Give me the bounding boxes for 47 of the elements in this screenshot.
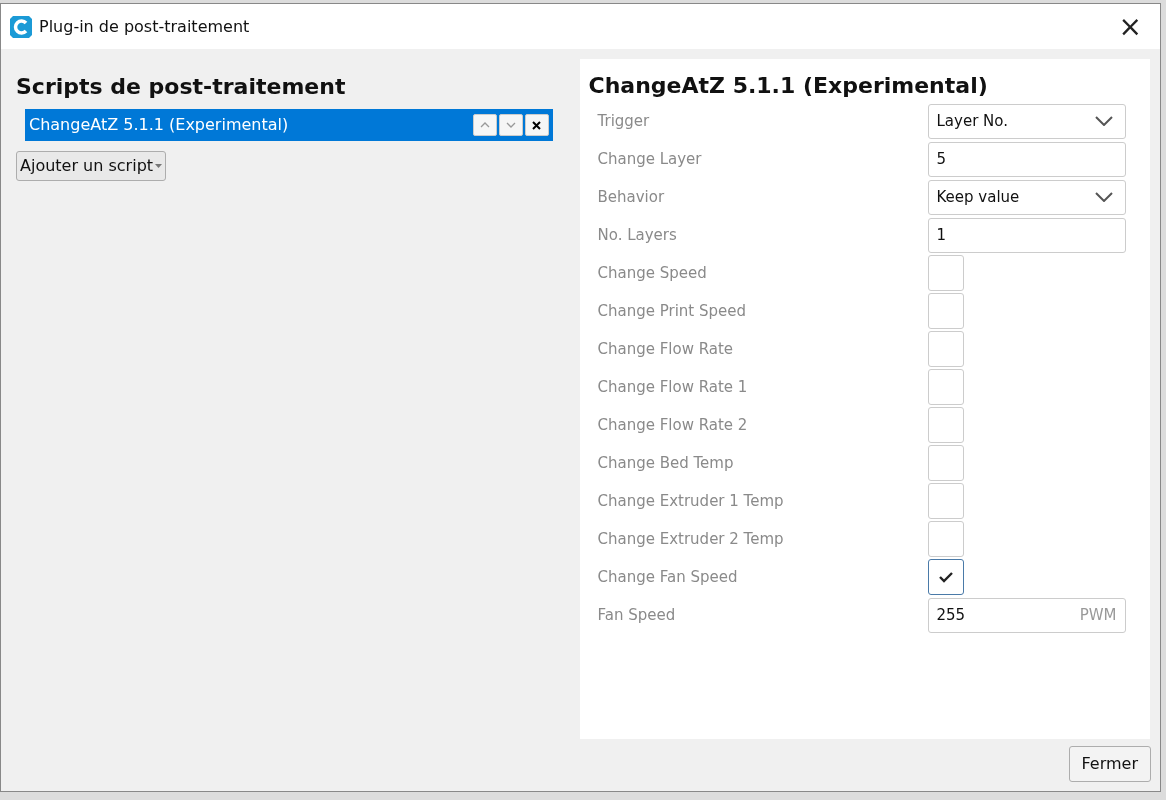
setting-label: Change Speed [597,262,708,284]
setting-label: Change Print Speed [597,300,747,322]
chevron-up-icon [479,122,490,128]
move-up-button[interactable] [472,114,497,136]
setting-label: Change Extruder 1 Temp [597,490,785,512]
dropdown[interactable]: Keep value [927,179,1126,215]
app-logo-icon [9,14,33,39]
caret-icon [155,164,163,168]
close-button[interactable]: × [1108,12,1152,41]
input-field[interactable]: 5 [927,141,1126,177]
checkbox[interactable] [927,521,964,557]
chevron-down-icon [1094,192,1113,202]
checkbox[interactable] [927,445,964,481]
script-heading: ChangeAtZ 5.1.1 (Experimental) [588,72,989,100]
setting-label: Change Fan Speed [597,566,739,588]
setting-label: Change Flow Rate 1 [597,376,749,398]
setting-label: Trigger [597,110,651,132]
setting-label: Change Layer [597,148,703,170]
panel-heading: Scripts de post-traitement [16,73,347,101]
setting-label: Change Flow Rate 2 [597,414,749,436]
checkmark-icon [938,571,953,583]
remove-button[interactable] [524,114,549,136]
window-title: Plug-in de post-traitement [39,15,250,38]
add-script-button[interactable]: Ajouter un script [16,151,167,181]
script-list-item[interactable]: ChangeAtZ 5.1.1 (Experimental) [25,109,553,141]
chevron-down-icon [1094,116,1113,126]
unit-label: PWM [1079,604,1117,626]
move-down-button[interactable] [498,114,523,136]
setting-label: Fan Speed [597,604,677,626]
input-field[interactable]: 255 PWM [927,597,1126,633]
checkbox[interactable] [927,483,964,519]
dropdown[interactable]: Layer No. [927,103,1126,139]
checkbox[interactable] [927,369,964,405]
setting-label: Change Bed Temp [597,452,735,474]
setting-label: Behavior [597,186,666,208]
checkbox[interactable] [927,255,964,291]
checkbox[interactable] [927,293,964,329]
setting-label: Change Extruder 2 Temp [597,528,785,550]
chevron-down-icon [505,122,516,128]
input-field[interactable]: 1 [927,217,1126,253]
setting-label: No. Layers [597,224,678,246]
checkbox[interactable] [927,331,964,367]
close-dialog-button[interactable]: Fermer [1068,746,1151,782]
checkbox[interactable] [927,407,964,443]
setting-label: Change Flow Rate [597,338,735,360]
checkbox[interactable] [927,559,964,595]
close-icon [532,120,541,130]
